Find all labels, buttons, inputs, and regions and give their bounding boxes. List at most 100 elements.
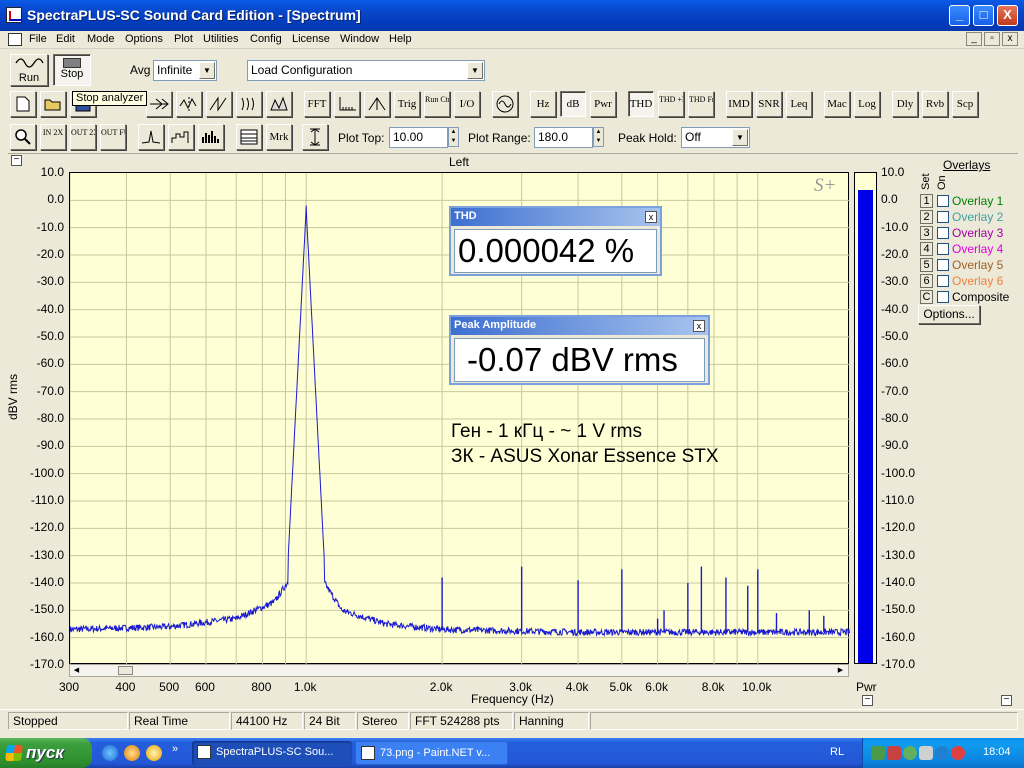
run-button[interactable]: Run bbox=[10, 54, 48, 86]
thd-meter-window[interactable]: THD x 0.000042 % bbox=[449, 206, 662, 276]
app-tray-icon[interactable] bbox=[951, 746, 965, 760]
overlay-checkbox[interactable] bbox=[937, 291, 949, 303]
thd-button[interactable]: THD bbox=[628, 91, 654, 117]
triangle-icon-button[interactable] bbox=[364, 91, 390, 117]
zoom-out-full-button[interactable]: OUT FULL bbox=[100, 124, 126, 150]
generator-button[interactable] bbox=[492, 91, 518, 117]
show-desktop-icon[interactable] bbox=[102, 745, 118, 761]
log-button[interactable]: Log bbox=[854, 91, 880, 117]
overlay-set-button[interactable]: 4 bbox=[920, 242, 933, 256]
octave-bars-button[interactable] bbox=[168, 124, 194, 150]
zoom-out-2x-button[interactable]: OUT 2X bbox=[70, 124, 96, 150]
close-icon[interactable]: x bbox=[693, 320, 705, 332]
overlay-set-button[interactable]: 2 bbox=[920, 210, 933, 224]
media-player-icon[interactable] bbox=[124, 745, 140, 761]
axis-settings-button[interactable] bbox=[334, 91, 360, 117]
scope-button[interactable]: Scp bbox=[952, 91, 978, 117]
close-button[interactable]: X bbox=[997, 5, 1018, 26]
peak-amplitude-window[interactable]: Peak Amplitude x -0.07 dBV rms bbox=[449, 315, 710, 385]
window-titlebar[interactable]: SpectraPLUS-SC Sound Card Edition - [Spe… bbox=[0, 0, 1024, 31]
overlay-set-button[interactable]: 1 bbox=[920, 194, 933, 208]
peak-hold-select[interactable]: Off ▼ bbox=[681, 127, 750, 148]
quicklaunch-expand-icon[interactable]: » bbox=[172, 743, 178, 755]
imd-button[interactable]: IMD bbox=[726, 91, 752, 117]
zoom-in-2x-button[interactable]: IN 2X bbox=[40, 124, 66, 150]
leq-button[interactable]: Leq bbox=[786, 91, 812, 117]
avg-select[interactable]: Infinite ▼ bbox=[153, 60, 217, 81]
browser-icon[interactable] bbox=[146, 745, 162, 761]
overlay-checkbox[interactable] bbox=[937, 275, 949, 287]
menu-help[interactable]: Help bbox=[389, 33, 412, 45]
child-close-button[interactable]: x bbox=[1002, 32, 1018, 46]
horizontal-scrollbar[interactable]: ◀ ▶ bbox=[69, 664, 849, 677]
bar-chart-button[interactable] bbox=[198, 124, 224, 150]
waveform-capture-button[interactable] bbox=[176, 91, 202, 117]
plot-range-spinner[interactable]: ▲ ▼ bbox=[593, 127, 604, 147]
task-spectraplus[interactable]: SpectraPLUS-SC Sou... bbox=[192, 741, 352, 765]
scroll-right-icon[interactable]: ▶ bbox=[835, 666, 846, 675]
new-file-button[interactable] bbox=[10, 91, 36, 117]
trigger-button[interactable]: Trig bbox=[394, 91, 420, 117]
overlay-checkbox[interactable] bbox=[937, 195, 949, 207]
marker-button[interactable]: Mrk bbox=[266, 124, 292, 150]
overlay-checkbox[interactable] bbox=[937, 243, 949, 255]
scroll-thumb[interactable] bbox=[118, 666, 133, 675]
security-icon[interactable] bbox=[887, 746, 901, 760]
collapse-icon[interactable]: − bbox=[1001, 695, 1012, 706]
spectrogram-button[interactable] bbox=[266, 91, 292, 117]
overlay-set-button[interactable]: 3 bbox=[920, 226, 933, 240]
plot-top-input[interactable]: 10.00 bbox=[389, 127, 448, 148]
fft-button[interactable]: FFT bbox=[304, 91, 330, 117]
thd-n-button[interactable]: THD +N bbox=[658, 91, 684, 117]
fast-forward-button[interactable] bbox=[146, 91, 172, 117]
thd-freq-button[interactable]: THD Freq bbox=[688, 91, 714, 117]
stop-button[interactable]: Stop bbox=[53, 54, 91, 86]
chevron-down-icon[interactable]: ▼ bbox=[199, 62, 215, 79]
collapse-icon[interactable]: − bbox=[862, 695, 873, 706]
overlay-checkbox[interactable] bbox=[937, 259, 949, 271]
plot-top-spinner[interactable]: ▲ ▼ bbox=[448, 127, 459, 147]
hz-button[interactable]: Hz bbox=[530, 91, 556, 117]
configuration-select[interactable]: Load Configuration ▼ bbox=[247, 60, 485, 81]
vertical-scale-button[interactable] bbox=[302, 124, 328, 150]
delay-button[interactable]: Dly bbox=[892, 91, 918, 117]
overlay-set-button[interactable]: 6 bbox=[920, 274, 933, 288]
sawtooth-button[interactable] bbox=[206, 91, 232, 117]
snr-button[interactable]: SNR bbox=[756, 91, 782, 117]
scroll-left-icon[interactable]: ◀ bbox=[71, 666, 82, 675]
overlay-checkbox[interactable] bbox=[937, 211, 949, 223]
chevron-down-icon[interactable]: ▼ bbox=[467, 62, 483, 79]
overlay-options-button[interactable]: Options... bbox=[918, 305, 980, 324]
start-button[interactable]: пуск bbox=[0, 738, 92, 768]
menu-plot[interactable]: Plot bbox=[174, 33, 193, 45]
power-button[interactable]: Pwr bbox=[590, 91, 616, 117]
close-icon[interactable]: x bbox=[645, 211, 657, 223]
db-button[interactable]: dB bbox=[560, 91, 586, 117]
child-restore-button[interactable]: ▫ bbox=[984, 32, 1000, 46]
collapse-icon[interactable]: − bbox=[11, 155, 22, 166]
language-indicator[interactable]: RL bbox=[830, 746, 844, 758]
io-button[interactable]: I/O bbox=[454, 91, 480, 117]
volume-icon[interactable] bbox=[919, 746, 933, 760]
app-icon[interactable] bbox=[6, 7, 22, 23]
overlay-checkbox[interactable] bbox=[937, 227, 949, 239]
open-file-button[interactable] bbox=[40, 91, 66, 117]
task-paintnet[interactable]: 73.png - Paint.NET v... bbox=[355, 741, 508, 765]
run-control-button[interactable]: Run Ctrl bbox=[424, 91, 450, 117]
plot-range-input[interactable]: 180.0 bbox=[534, 127, 593, 148]
menu-mode[interactable]: Mode bbox=[87, 33, 115, 45]
minimize-button[interactable]: _ bbox=[949, 5, 970, 26]
macro-button[interactable]: Mac bbox=[824, 91, 850, 117]
multi-wave-button[interactable] bbox=[236, 91, 262, 117]
menu-config[interactable]: Config bbox=[250, 33, 282, 45]
reverb-button[interactable]: Rvb bbox=[922, 91, 948, 117]
chevron-down-icon[interactable]: ▼ bbox=[732, 129, 748, 146]
menu-license[interactable]: License bbox=[292, 33, 330, 45]
menu-edit[interactable]: Edit bbox=[56, 33, 75, 45]
menu-file[interactable]: File bbox=[29, 33, 47, 45]
menu-window[interactable]: Window bbox=[340, 33, 379, 45]
child-minimize-button[interactable]: _ bbox=[966, 32, 982, 46]
peak-view-button[interactable] bbox=[138, 124, 164, 150]
menu-utilities[interactable]: Utilities bbox=[203, 33, 238, 45]
child-window-icon[interactable] bbox=[8, 33, 22, 46]
